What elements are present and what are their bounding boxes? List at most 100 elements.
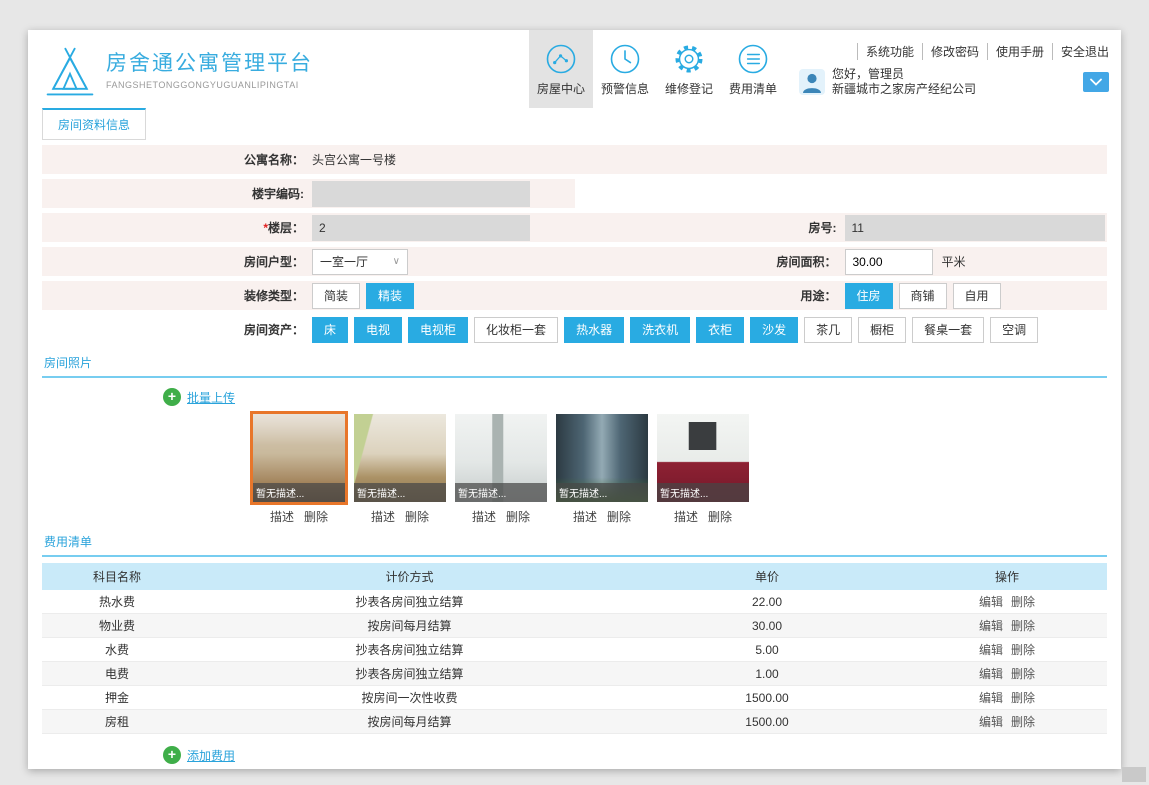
top-link[interactable]: 系统功能: [856, 43, 914, 60]
usage-option[interactable]: 住房: [844, 282, 893, 309]
fee-delete-link[interactable]: 删除: [1011, 617, 1035, 634]
photo-thumbnail-5[interactable]: 暂无描述...: [657, 414, 749, 502]
photo-caption: 暂无描述...: [657, 483, 749, 502]
fee-method: 抄表各房间独立结算: [355, 667, 464, 681]
chevron-down-icon: [1090, 78, 1102, 86]
form-row-building-code: 楼宇编码:: [42, 179, 1107, 208]
fee-delete-link[interactable]: 删除: [1011, 665, 1035, 682]
fee-table-body: 热水费 抄表各房间独立结算 22.00 编辑 删除 物业费 按房间每月结算 30…: [42, 590, 1107, 734]
asset-option[interactable]: 茶几: [804, 316, 853, 343]
usage-option[interactable]: 自用: [952, 282, 1001, 309]
nav-item-house-center[interactable]: 房屋中心: [529, 30, 593, 108]
fee-edit-link[interactable]: 编辑: [979, 665, 1003, 682]
asset-option[interactable]: 衣柜: [696, 316, 745, 343]
fee-table-header: 科目名称 计价方式 单价 操作: [42, 563, 1107, 590]
chevron-down-button[interactable]: [1083, 72, 1109, 92]
asset-option[interactable]: 热水器: [564, 316, 625, 343]
asset-option[interactable]: 空调: [990, 316, 1039, 343]
asset-option[interactable]: 电视柜: [408, 316, 469, 343]
asset-option[interactable]: 床: [312, 316, 349, 343]
photo-delete-link[interactable]: 删除: [506, 508, 530, 525]
fee-method: 抄表各房间独立结算: [355, 643, 464, 657]
photo-delete-link[interactable]: 删除: [304, 508, 328, 525]
room-type-select[interactable]: 一室一厅 ∨: [312, 248, 408, 275]
avatar: [799, 69, 825, 95]
fee-price: 1500.00: [745, 690, 789, 705]
nav-label: 预警信息: [600, 82, 649, 96]
photo-delete-link[interactable]: 删除: [708, 508, 732, 525]
fee-delete-link[interactable]: 删除: [1011, 713, 1035, 730]
asset-option[interactable]: 餐桌一套: [912, 316, 985, 343]
section-room-photos: 房间照片: [42, 349, 1107, 378]
asset-option[interactable]: 橱柜: [858, 316, 907, 343]
fee-col-name: 科目名称: [92, 570, 141, 584]
fee-edit-link[interactable]: 编辑: [979, 593, 1003, 610]
fee-edit-link[interactable]: 编辑: [979, 641, 1003, 658]
header: 房舍通公寓管理平台 FANGSHETONGGONGYUGUANLIPINGTAI…: [28, 30, 1121, 108]
decoration-label: 装修类型：: [243, 289, 304, 303]
photo-desc-link[interactable]: 描述: [472, 508, 496, 525]
photo-thumbnail-1[interactable]: 暂无描述...: [250, 411, 348, 505]
photo-thumbnail-3[interactable]: 暂无描述...: [455, 414, 547, 502]
building-code-input[interactable]: [312, 180, 530, 207]
floor-input[interactable]: [312, 214, 530, 241]
asset-option[interactable]: 电视: [354, 316, 403, 343]
fee-delete-link[interactable]: 删除: [1011, 689, 1035, 706]
room-no-input[interactable]: [844, 214, 1105, 241]
top-link[interactable]: 使用手册: [986, 43, 1044, 60]
fee-edit-link[interactable]: 编辑: [979, 617, 1003, 634]
asset-option[interactable]: 化妆柜一套: [474, 316, 559, 343]
photo-desc-link[interactable]: 描述: [371, 508, 395, 525]
photo-caption: 暂无描述...: [556, 483, 648, 502]
fee-name: 押金: [104, 691, 129, 705]
photo-thumbnail-4[interactable]: 暂无描述...: [556, 414, 648, 502]
nav-item-warning-info[interactable]: 预警信息: [593, 30, 657, 108]
fee-edit-link[interactable]: 编辑: [979, 689, 1003, 706]
photo-desc-link[interactable]: 描述: [270, 508, 294, 525]
user-text: 您好，管理员 新疆城市之家房产经纪公司: [832, 67, 976, 97]
fee-delete-link[interactable]: 删除: [1011, 641, 1035, 658]
fee-method: 按房间每月结算: [367, 619, 452, 633]
brand: 房舍通公寓管理平台 FANGSHETONGGONGYUGUANLIPINGTAI: [42, 39, 313, 99]
fee-price: 1500.00: [745, 714, 789, 729]
fee-name: 水费: [104, 643, 129, 657]
fee-method: 按房间每月结算: [367, 715, 452, 729]
fee-row: 水费 抄表各房间独立结算 5.00 编辑 删除: [42, 638, 1107, 662]
asset-option[interactable]: 洗衣机: [630, 316, 691, 343]
photo-desc-link[interactable]: 描述: [573, 508, 597, 525]
nav-item-fee-list[interactable]: 费用清单: [721, 30, 785, 108]
apartment-name-value: 头宫公寓一号楼: [312, 153, 397, 167]
logo-tent-icon: [46, 47, 94, 96]
fee-row: 房租 按房间每月结算 1500.00 编辑 删除: [42, 710, 1107, 734]
user-greeting: 您好，管理员: [832, 67, 905, 81]
photo-delete-link[interactable]: 删除: [405, 508, 429, 525]
photo-item: 暂无描述... 描述 删除: [250, 411, 348, 525]
list-icon: [738, 44, 768, 74]
photo-desc-link[interactable]: 描述: [674, 508, 698, 525]
tab-room-info[interactable]: 房间资料信息: [42, 108, 147, 140]
asset-option[interactable]: 沙发: [750, 316, 799, 343]
fee-edit-link[interactable]: 编辑: [979, 713, 1003, 730]
form-row-apartment-name: 公寓名称： 头宫公寓一号楼: [42, 145, 1107, 174]
photo-item: 暂无描述... 描述 删除: [556, 414, 648, 525]
topbar-right: 房屋中心 预警信息 维修登记 费用清单 系统功能 修改密码 使用手册 安全退出 …: [529, 30, 1109, 108]
fee-price: 22.00: [751, 594, 783, 609]
decoration-option[interactable]: 精装: [366, 282, 415, 309]
add-fee-button[interactable]: + 添加费用: [163, 746, 235, 764]
photo-row: 暂无描述... 描述 删除 暂无描述... 描述 删除 暂无描述... 描述 删…: [250, 411, 1107, 525]
photo-item: 暂无描述... 描述 删除: [657, 414, 749, 525]
photo-caption: 暂无描述...: [354, 483, 446, 502]
top-link[interactable]: 修改密码: [921, 43, 979, 60]
photo-thumbnail-2[interactable]: 暂无描述...: [354, 414, 446, 502]
usage-option[interactable]: 商铺: [898, 282, 947, 309]
batch-upload-button[interactable]: + 批量上传: [163, 388, 235, 406]
decoration-option[interactable]: 简装: [312, 282, 361, 309]
top-link[interactable]: 安全退出: [1051, 43, 1109, 60]
form-row-assets: 房间资产： 床电视 电视柜 化妆柜一套 热水器 洗衣机 衣柜 沙发 茶几 橱柜 餐桌一套 空调: [42, 315, 1107, 344]
usage-options: 住房 商铺 自用: [844, 282, 1007, 309]
fee-delete-link[interactable]: 删除: [1011, 593, 1035, 610]
nav-item-repair-register[interactable]: 维修登记: [657, 30, 721, 108]
photo-delete-link[interactable]: 删除: [607, 508, 631, 525]
area-input[interactable]: [844, 248, 933, 275]
photo-item: 暂无描述... 描述 删除: [354, 414, 446, 525]
